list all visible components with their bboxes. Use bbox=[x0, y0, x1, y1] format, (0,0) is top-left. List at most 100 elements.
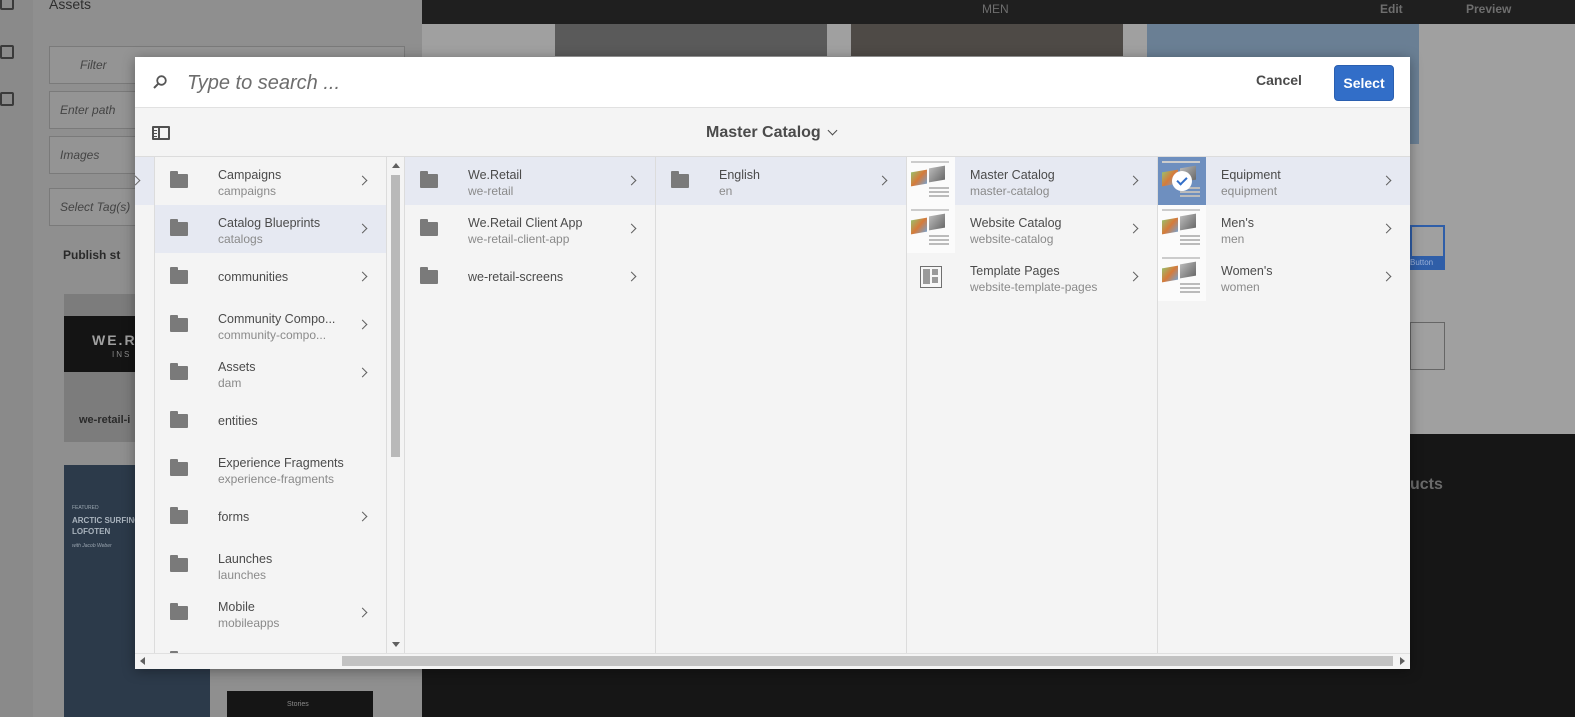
scrollbar-thumb[interactable] bbox=[391, 175, 400, 457]
column-item-subtitle: catalogs bbox=[218, 232, 263, 246]
column-item[interactable]: Campaigns campaigns bbox=[155, 157, 386, 205]
folder-icon bbox=[671, 171, 689, 188]
page-title: MEN bbox=[982, 2, 1009, 16]
column-item-subtitle: mobileapps bbox=[218, 616, 280, 630]
column-item[interactable]: Catalog Blueprints catalogs bbox=[155, 205, 386, 253]
column-item[interactable]: Women's women bbox=[1158, 253, 1410, 301]
column-item-subtitle: website-template-pages bbox=[970, 280, 1098, 294]
horizontal-scrollbar[interactable] bbox=[135, 653, 1410, 669]
chevron-right-icon[interactable] bbox=[1128, 223, 1139, 234]
column-item-text: communities bbox=[218, 269, 350, 285]
chevron-right-icon[interactable] bbox=[877, 175, 888, 186]
column-item-text: Campaigns campaigns bbox=[218, 167, 350, 199]
column-item[interactable]: Mobile mobileapps bbox=[155, 589, 386, 637]
asset-card-label: we-retail-i bbox=[79, 414, 131, 426]
chevron-right-icon[interactable] bbox=[1128, 271, 1139, 282]
scroll-up-arrow[interactable] bbox=[392, 163, 400, 168]
column-item[interactable]: Mobile bbox=[155, 637, 386, 653]
folder-icon bbox=[170, 507, 188, 524]
preview-button[interactable]: Preview bbox=[1466, 2, 1511, 16]
search-icon bbox=[153, 75, 167, 89]
column-item[interactable]: Equipment equipment bbox=[1158, 157, 1410, 205]
column-item-title: Website Catalog bbox=[970, 216, 1062, 230]
column-previous-stub[interactable] bbox=[135, 157, 155, 653]
column-item[interactable]: Men's men bbox=[1158, 205, 1410, 253]
layers-icon[interactable] bbox=[0, 92, 14, 106]
column-item[interactable]: Community Compo... community-compo... bbox=[155, 301, 386, 349]
column-item-title: communities bbox=[218, 270, 289, 284]
column-item-subtitle: men bbox=[1221, 232, 1245, 246]
chevron-right-icon[interactable] bbox=[626, 271, 637, 282]
chevron-right-icon[interactable] bbox=[357, 175, 368, 186]
column-item-title: Template Pages bbox=[970, 264, 1060, 278]
search-input[interactable] bbox=[187, 67, 887, 99]
chevron-right-icon[interactable] bbox=[357, 511, 368, 522]
chevron-right-icon[interactable] bbox=[1381, 271, 1392, 282]
column-item[interactable]: Assets dam bbox=[155, 349, 386, 397]
chevron-right-icon[interactable] bbox=[357, 367, 368, 378]
chevron-right-icon[interactable] bbox=[1381, 175, 1392, 186]
page-icon[interactable] bbox=[0, 0, 14, 10]
publish-status-toggle[interactable]: Publish st bbox=[63, 248, 120, 262]
chevron-right-icon[interactable] bbox=[626, 175, 637, 186]
folder-icon bbox=[420, 267, 438, 284]
scroll-right-arrow[interactable] bbox=[1400, 657, 1405, 665]
column-item[interactable]: communities bbox=[155, 253, 386, 301]
catalog-thumbnail bbox=[907, 157, 955, 205]
asset-card[interactable]: Stories bbox=[227, 691, 373, 717]
chevron-right-icon[interactable] bbox=[357, 223, 368, 234]
column-item[interactable]: We.Retail Client App we-retail-client-app bbox=[405, 205, 655, 253]
column-item-text: forms bbox=[218, 509, 350, 525]
column-item[interactable]: Experience Fragments experience-fragments bbox=[155, 445, 386, 493]
scroll-down-arrow[interactable] bbox=[392, 642, 400, 647]
canvas-placeholder[interactable] bbox=[1410, 322, 1445, 370]
column-item[interactable]: We.Retail we-retail bbox=[405, 157, 655, 205]
catalog-thumbnail bbox=[907, 205, 955, 253]
column-item[interactable]: Template Pages website-template-pages bbox=[907, 253, 1157, 301]
chevron-right-icon[interactable] bbox=[357, 607, 368, 618]
mode-selector[interactable]: Edit bbox=[1380, 2, 1403, 16]
folder-icon bbox=[170, 555, 188, 572]
catalog-thumbnail bbox=[1158, 157, 1206, 205]
column-item-title: Men's bbox=[1221, 216, 1254, 230]
column-item[interactable]: forms bbox=[155, 493, 386, 541]
column-item-title: Campaigns bbox=[218, 168, 282, 182]
chevron-right-icon[interactable] bbox=[1381, 223, 1392, 234]
column-item[interactable]: Website Catalog website-catalog bbox=[907, 205, 1157, 253]
column-item[interactable]: Master Catalog master-catalog bbox=[907, 157, 1157, 205]
chevron-right-icon[interactable] bbox=[357, 319, 368, 330]
folder-icon bbox=[170, 171, 188, 188]
column-item-title: Equipment bbox=[1221, 168, 1281, 182]
column-item[interactable]: we-retail-screens bbox=[405, 253, 655, 301]
select-button[interactable]: Select bbox=[1334, 65, 1394, 101]
rail-toggle-icon[interactable] bbox=[152, 126, 170, 140]
folder-icon bbox=[405, 157, 453, 205]
column-item[interactable]: Launches launches bbox=[155, 541, 386, 589]
column-item[interactable]: English en bbox=[656, 157, 906, 205]
chevron-right-icon[interactable] bbox=[1128, 175, 1139, 186]
horizontal-scrollbar-thumb[interactable] bbox=[342, 656, 1393, 666]
folder-icon bbox=[656, 157, 704, 205]
chevron-down-icon bbox=[827, 125, 838, 136]
column-item[interactable]: entities bbox=[155, 397, 386, 445]
canvas-button-component[interactable]: Button bbox=[1410, 225, 1445, 270]
scroll-left-arrow[interactable] bbox=[140, 657, 145, 665]
add-component-icon[interactable] bbox=[0, 45, 14, 59]
folder-icon bbox=[155, 301, 203, 349]
column-item-text: We.Retail Client App we-retail-client-app bbox=[468, 215, 619, 247]
checkmark-icon[interactable] bbox=[1172, 171, 1192, 191]
breadcrumb[interactable]: Master Catalog bbox=[706, 124, 838, 142]
chevron-right-icon[interactable] bbox=[626, 223, 637, 234]
column-item-title: Experience Fragments bbox=[218, 456, 344, 470]
asset-card-brand: WE.R bbox=[92, 332, 137, 348]
folder-icon bbox=[170, 411, 188, 428]
column-item-title: we-retail-screens bbox=[468, 270, 564, 284]
folder-icon bbox=[405, 253, 453, 301]
column-scrollbar[interactable] bbox=[387, 157, 405, 653]
column-item-title: Women's bbox=[1221, 264, 1273, 278]
catalog-thumbnail bbox=[1158, 205, 1206, 253]
column-item-subtitle: website-catalog bbox=[970, 232, 1054, 246]
chevron-right-icon[interactable] bbox=[357, 271, 368, 282]
cancel-button[interactable]: Cancel bbox=[1256, 72, 1302, 88]
column-item-title: Launches bbox=[218, 552, 273, 566]
